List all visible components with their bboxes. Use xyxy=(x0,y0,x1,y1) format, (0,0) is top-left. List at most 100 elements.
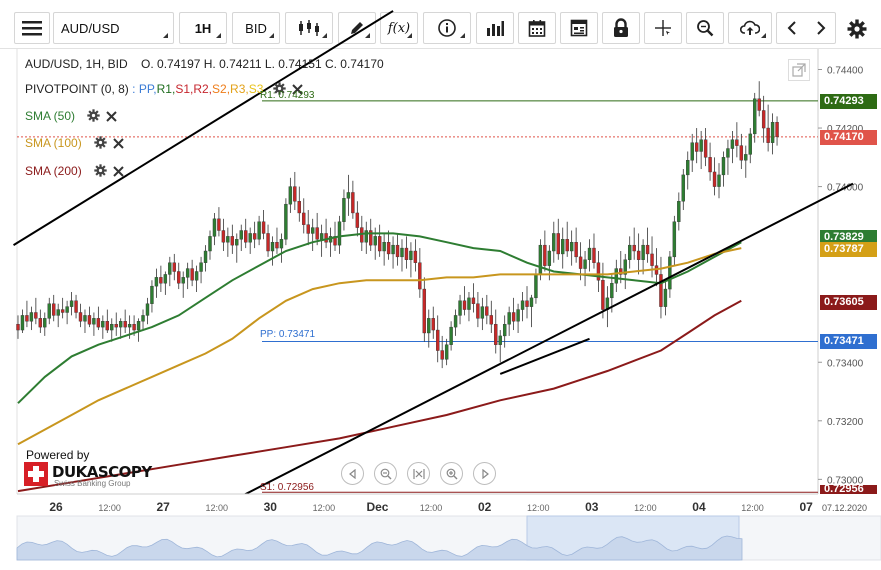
candle-body xyxy=(565,239,569,252)
scroll-left-button[interactable] xyxy=(341,462,364,485)
candle-body xyxy=(38,318,43,328)
candle-body xyxy=(252,233,257,240)
candle-body xyxy=(154,277,159,287)
candle-body xyxy=(266,233,270,252)
candle-body xyxy=(583,259,587,269)
candle-body xyxy=(239,230,243,240)
candle-body xyxy=(427,318,431,334)
fit-button[interactable] xyxy=(407,462,430,485)
candle-body xyxy=(190,268,194,281)
close-icon[interactable] xyxy=(106,111,117,122)
candle-body xyxy=(110,323,114,331)
candle-body xyxy=(525,300,529,307)
candle-body xyxy=(489,315,493,325)
pivot-name: PIVOTPOINT (0, 8) xyxy=(25,82,129,97)
x-tick-label: 07 xyxy=(799,500,813,514)
candle-body xyxy=(529,297,534,307)
candle-body xyxy=(569,242,574,252)
candle-body xyxy=(699,139,703,152)
candle-body xyxy=(721,157,726,176)
gear-icon[interactable] xyxy=(94,164,107,177)
zoom-out-button[interactable] xyxy=(374,462,397,485)
candle-body xyxy=(686,160,690,176)
chart-ohlc: O. 0.74197 H. 0.74211 L. 0.74151 C. 0.74… xyxy=(141,57,384,71)
candle-body xyxy=(168,262,172,275)
candle-body xyxy=(87,315,92,325)
candle-body xyxy=(440,350,444,360)
fit-icon xyxy=(412,468,425,479)
x-tick-label: 02 xyxy=(478,500,492,514)
candle-body xyxy=(578,256,583,269)
candle-body xyxy=(520,300,525,310)
chart-header: AUD/USD, 1H, BID xyxy=(25,57,128,71)
brand-sub: Swiss Banking Group xyxy=(54,479,131,488)
x-tick-label: 12:00 xyxy=(98,503,121,513)
x-tick-label: 12:00 xyxy=(420,503,443,513)
candle-body xyxy=(342,198,346,222)
gear-icon[interactable] xyxy=(94,136,107,149)
candle-body xyxy=(547,250,552,266)
candle-body xyxy=(319,233,324,240)
candle-body xyxy=(293,186,297,202)
scroll-right-button[interactable] xyxy=(473,462,496,485)
chart-info-line: AUD/USD, 1H, BID O. 0.74197 H. 0.74211 L… xyxy=(25,57,384,71)
price-tag: 0.73787 xyxy=(820,241,877,257)
candle-body xyxy=(494,323,498,345)
candle-body xyxy=(74,300,78,313)
candle-body xyxy=(641,244,645,260)
candle-body xyxy=(261,221,266,234)
zoom-in-button[interactable] xyxy=(440,462,463,485)
candle-body xyxy=(150,285,154,304)
candle-body xyxy=(614,268,619,284)
gear-icon[interactable] xyxy=(87,109,100,122)
candle-body xyxy=(16,323,20,331)
pivot-level-tag: R2, xyxy=(193,82,213,97)
candle-body xyxy=(163,274,168,284)
close-icon[interactable] xyxy=(112,166,124,177)
candle-body xyxy=(114,323,118,328)
close-icon[interactable] xyxy=(112,138,124,149)
candle-body xyxy=(257,221,261,240)
candle-body xyxy=(596,262,601,281)
candle-body xyxy=(476,303,480,319)
candle-body xyxy=(78,312,83,322)
candle-body xyxy=(212,218,217,237)
candle-body xyxy=(391,244,395,255)
s1-level-label: S1: 0.72956 xyxy=(260,482,314,494)
indicator-legend: SMA (100) xyxy=(25,136,130,152)
candle-body xyxy=(761,110,766,129)
x-tick-label: 12:00 xyxy=(741,503,764,513)
candle-body xyxy=(766,127,770,143)
candle-body xyxy=(185,268,190,278)
candle-body xyxy=(47,303,51,319)
candle-body xyxy=(43,318,47,328)
candle-body xyxy=(96,318,101,328)
candle-body xyxy=(69,300,74,307)
candle-body xyxy=(377,236,382,252)
candle-body xyxy=(373,236,377,246)
pivot-level-tag: R3, xyxy=(230,82,249,97)
indicator-label: SMA (100) xyxy=(25,136,82,151)
candle-body xyxy=(270,242,275,252)
candle-body xyxy=(744,154,748,161)
candle-body xyxy=(467,297,471,310)
x-axis-end-date: 07.12.2020 xyxy=(822,503,867,513)
price-tag: 0.74170 xyxy=(820,129,877,145)
candle-body xyxy=(217,218,221,231)
candle-body xyxy=(310,227,315,234)
popout-button[interactable] xyxy=(788,59,810,81)
candle-body xyxy=(275,242,279,249)
candle-body xyxy=(92,318,96,325)
candle-body xyxy=(681,174,685,202)
pivot-level-tag: S2, xyxy=(212,82,231,97)
candle-body xyxy=(668,256,672,290)
candle-body xyxy=(105,321,110,331)
candle-body xyxy=(29,312,34,322)
candle-body xyxy=(511,312,516,322)
candle-body xyxy=(735,139,739,146)
candle-body xyxy=(645,244,650,255)
powered-by-text: Powered by xyxy=(26,448,90,462)
indicator-controls xyxy=(87,109,123,125)
zoom-in-icon xyxy=(446,468,457,479)
candle-body xyxy=(418,262,422,290)
